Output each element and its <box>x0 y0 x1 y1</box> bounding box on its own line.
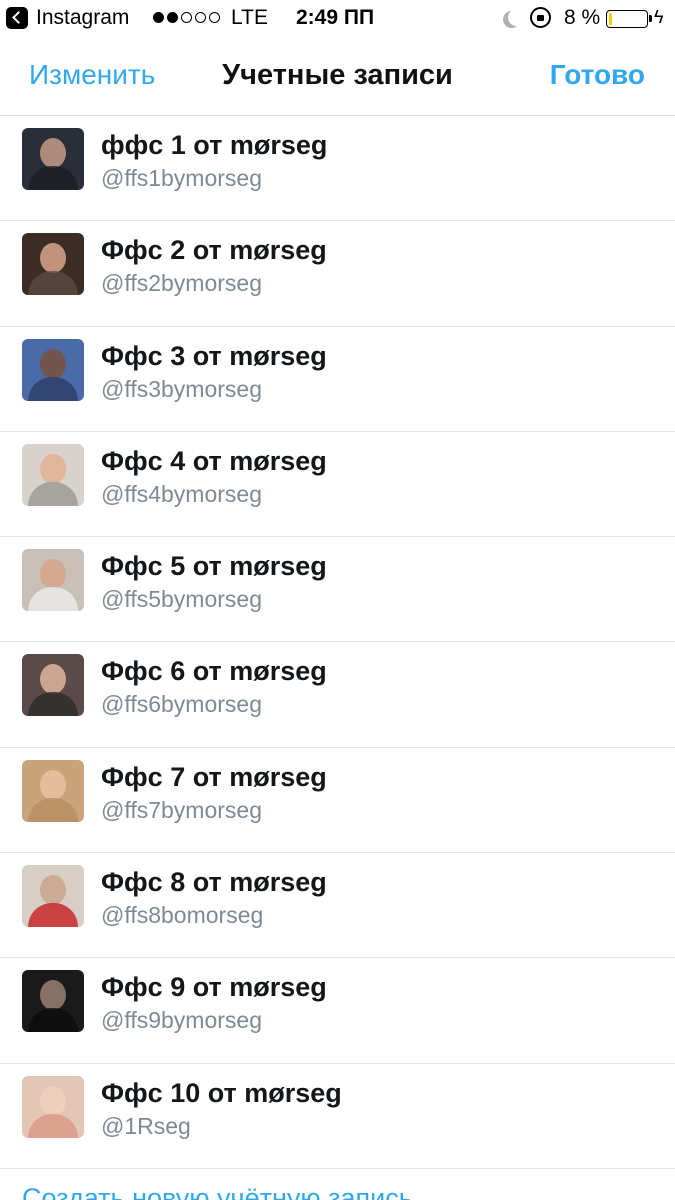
avatar-body <box>28 797 78 822</box>
account-handle: @1Rseg <box>101 1112 191 1139</box>
clock: 2:49 ПП <box>296 6 375 29</box>
account-row[interactable]: ффс 1 от mørseg @ffs1bymorseg <box>0 116 675 222</box>
avatar-body <box>28 587 78 612</box>
account-name: ффс 1 от mørseg <box>101 130 328 160</box>
account-name: Ффс 7 от mørseg <box>101 761 327 792</box>
account-name: Ффс 10 от mørseg <box>101 1077 342 1108</box>
account-row[interactable]: Ффс 6 от mørseg @ffs6bymorseg <box>0 642 675 748</box>
network-type: LTE <box>231 6 268 29</box>
account-name: Ффс 6 от mørseg <box>101 656 327 687</box>
done-button[interactable]: Готово <box>550 59 645 91</box>
avatar <box>22 970 84 1033</box>
avatar-body <box>28 692 78 717</box>
avatar <box>22 549 84 612</box>
account-handle: @ffs7bymorseg <box>101 796 262 823</box>
account-row[interactable]: Ффс 2 от mørseg @ffs2bymorseg <box>0 221 675 327</box>
avatar-face <box>40 664 66 695</box>
account-handle: @ffs9bymorseg <box>101 1007 262 1034</box>
account-name: Ффс 5 от mørseg <box>101 551 327 582</box>
account-name: Ффс 8 от mørseg <box>101 867 327 898</box>
avatar-face <box>40 559 66 590</box>
avatar-body <box>28 1113 78 1138</box>
battery-percent: 8 % <box>564 6 601 29</box>
avatar-face <box>40 243 66 274</box>
avatar-body <box>28 271 78 296</box>
avatar-face <box>40 1085 66 1116</box>
account-row[interactable]: Ффс 10 от mørseg @1Rseg <box>0 1064 675 1169</box>
account-row[interactable]: Ффс 8 от mørseg @ffs8bomorseg <box>0 853 675 959</box>
orientation-lock-icon <box>530 7 551 28</box>
battery-icon <box>606 10 652 28</box>
account-handle: @ffs3bymorseg <box>101 375 262 402</box>
signal-icon <box>153 12 220 23</box>
avatar <box>22 233 84 296</box>
avatar-body <box>28 376 78 401</box>
status-bar: Instagram LTE 2:49 ПП 8 % ϟ <box>0 0 675 36</box>
avatar-face <box>40 875 66 906</box>
avatar <box>22 443 84 506</box>
avatar-body <box>28 1008 78 1033</box>
account-row[interactable]: Ффс 7 от mørseg @ffs7bymorseg <box>0 748 675 854</box>
account-name: Ффс 2 от mørseg <box>101 235 327 266</box>
account-row[interactable]: Ффс 9 от mørseg @ffs9bymorseg <box>0 958 675 1064</box>
account-row[interactable]: Ффс 5 от mørseg @ffs5bymorseg <box>0 537 675 643</box>
avatar <box>22 865 84 928</box>
back-app-label[interactable]: Instagram <box>36 6 129 30</box>
back-icon[interactable] <box>6 7 28 29</box>
account-name: Ффс 3 от mørseg <box>101 340 327 371</box>
account-list: ффс 1 от mørseg @ffs1bymorseg Ффс 2 от mør… <box>0 116 675 1169</box>
avatar-body <box>28 903 78 928</box>
account-handle: @ffs5bymorseg <box>101 586 262 613</box>
account-handle: @ffs2bymorseg <box>101 270 262 297</box>
avatar <box>22 654 84 717</box>
battery-fill <box>609 13 612 25</box>
account-name: Ффс 9 от mørseg <box>101 972 327 1003</box>
moon-icon <box>508 9 525 26</box>
avatar-face <box>40 453 66 484</box>
nav-bar: Изменить Учетные записи Готово <box>0 36 675 116</box>
account-handle: @ffs6bymorseg <box>101 691 262 718</box>
avatar <box>22 1075 84 1138</box>
account-name: Ффс 4 от mørseg <box>101 445 327 476</box>
avatar-face <box>40 980 66 1011</box>
avatar-body <box>28 166 78 190</box>
avatar-face <box>40 348 66 379</box>
account-row[interactable]: Ффс 3 от mørseg @ffs3bymorseg <box>0 327 675 432</box>
avatar <box>22 128 84 190</box>
avatar <box>22 759 84 822</box>
screen: Instagram LTE 2:49 ПП 8 % ϟ Изменить Уче… <box>0 0 675 1200</box>
account-handle: @ffs1bymorseg <box>101 165 262 191</box>
avatar-face <box>40 769 66 800</box>
charging-icon: ϟ <box>654 7 664 27</box>
create-account-link[interactable]: Создать новую учётную запись <box>22 1183 413 1200</box>
account-handle: @ffs4bymorseg <box>101 480 262 507</box>
avatar <box>22 338 84 401</box>
avatar-body <box>28 481 78 506</box>
account-row[interactable]: Ффс 4 от mørseg @ffs4bymorseg <box>0 432 675 538</box>
avatar-face <box>40 138 66 168</box>
account-handle: @ffs8bomorseg <box>101 902 264 929</box>
